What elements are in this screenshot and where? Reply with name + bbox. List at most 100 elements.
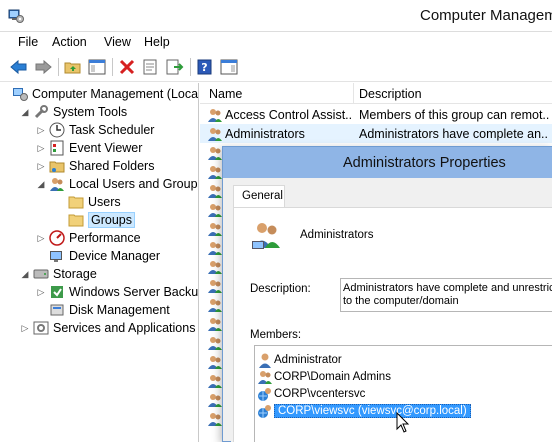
tab-general[interactable]: General [233, 185, 285, 208]
tree-item-shared-folders[interactable]: ▷ Shared Folders [36, 157, 155, 175]
tree-label: Computer Management (Local [32, 87, 199, 101]
device-manager-icon [50, 251, 62, 262]
help-icon[interactable]: ? [196, 58, 214, 76]
group-icon[interactable] [207, 373, 223, 389]
tree-item-event-viewer[interactable]: ▷ Event Viewer [36, 139, 142, 157]
toolbar-separator [190, 58, 191, 76]
toolbar-separator [58, 58, 59, 76]
dialog-title-bar[interactable]: Administrators Properties [223, 147, 552, 178]
group-icon[interactable] [207, 316, 223, 332]
group-icon [208, 128, 222, 141]
tree-label: Services and Applications [53, 321, 196, 335]
group-icon[interactable] [207, 221, 223, 237]
members-label: Members: [250, 329, 302, 341]
description-field[interactable]: Administrators have complete and unrestr… [340, 278, 552, 312]
tree-item-local-users-groups[interactable]: ◢ Local Users and Groups [36, 175, 198, 193]
member-item[interactable]: Administrator [257, 351, 342, 368]
up-folder-icon[interactable] [64, 58, 82, 76]
menu-file[interactable]: File [18, 35, 38, 49]
list-item[interactable]: Access Control Assist... Members of this… [200, 105, 552, 124]
collapse-chevron-icon[interactable]: ◢ [36, 179, 46, 190]
tree-item-groups[interactable]: Groups [68, 211, 135, 229]
back-arrow-icon[interactable] [10, 58, 28, 76]
window-title: Computer Managem [420, 7, 552, 24]
toolbar-separator [112, 58, 113, 76]
group-icon[interactable] [207, 240, 223, 256]
forward-arrow-icon[interactable] [34, 58, 52, 76]
shared-folder-icon [49, 161, 65, 173]
menu-view[interactable]: View [104, 35, 131, 49]
group-icon[interactable] [207, 392, 223, 408]
export-list-icon[interactable] [166, 58, 184, 76]
domain-user-icon [258, 404, 271, 418]
performance-icon [49, 230, 65, 246]
title-bar: Computer Managem [0, 0, 552, 32]
group-icon[interactable] [207, 145, 223, 161]
group-icon[interactable] [207, 411, 223, 427]
properties-dialog[interactable]: Administrators Properties General Admini… [222, 146, 552, 442]
group-icon[interactable] [207, 297, 223, 313]
services-icon [33, 321, 49, 335]
group-icon[interactable] [207, 335, 223, 351]
collapse-chevron-icon[interactable]: ◢ [20, 107, 30, 118]
tree-item-services-apps[interactable]: ▷ Services and Applications [20, 319, 196, 337]
general-tab-panel: Administrators Description: Administrato… [233, 207, 552, 442]
tree-item-performance[interactable]: ▷ Performance [36, 229, 141, 247]
member-item[interactable]: CORP\viewsvc (viewsvc@corp.local) [257, 402, 471, 419]
tree-item-system-tools[interactable]: ◢ System Tools [20, 103, 127, 121]
group-icon[interactable] [207, 278, 223, 294]
expand-chevron-icon[interactable]: ▷ [36, 233, 46, 244]
description-line: to the computer/domain [343, 295, 459, 307]
member-item[interactable]: CORP\vcentersvc [257, 385, 365, 402]
column-header-name[interactable]: Name [209, 87, 242, 101]
group-icon[interactable] [207, 202, 223, 218]
tree-item-device-manager[interactable]: Device Manager [49, 247, 160, 265]
tree-item-windows-server-backup[interactable]: ▷ Windows Server Backup [36, 283, 199, 301]
column-divider[interactable] [353, 83, 354, 104]
tree-label: Groups [88, 212, 135, 228]
tree-item-storage[interactable]: ◢ Storage [20, 265, 97, 283]
expand-chevron-icon[interactable]: ▷ [20, 323, 30, 334]
group-icon [208, 109, 222, 122]
console-tree[interactable]: Computer Management (Local ◢ System Tool… [0, 83, 199, 442]
description-label: Description: [250, 283, 311, 295]
tree-label: Performance [69, 231, 141, 245]
tree-item-disk-management[interactable]: Disk Management [49, 301, 170, 319]
tree-item-users[interactable]: Users [68, 193, 121, 211]
delete-icon[interactable] [118, 58, 136, 76]
collapse-chevron-icon[interactable]: ◢ [20, 269, 30, 280]
menu-help[interactable]: Help [144, 35, 170, 49]
tree-label: System Tools [53, 105, 128, 119]
tree-item-root[interactable]: Computer Management (Local [12, 85, 199, 103]
show-action-pane-icon[interactable] [220, 58, 238, 76]
expand-chevron-icon[interactable]: ▷ [36, 161, 46, 172]
expand-chevron-icon[interactable]: ▷ [36, 143, 46, 154]
expand-chevron-icon[interactable]: ▷ [36, 287, 46, 298]
menu-action[interactable]: Action [52, 35, 87, 49]
group-icon[interactable] [207, 259, 223, 275]
group-icon[interactable] [207, 183, 223, 199]
users-group-icon [50, 178, 64, 191]
member-item[interactable]: CORP\Domain Admins [257, 368, 391, 385]
group-icon[interactable] [207, 164, 223, 180]
tree-label: Task Scheduler [69, 123, 155, 137]
properties-icon[interactable] [142, 58, 160, 76]
column-header-description[interactable]: Description [359, 87, 422, 101]
group-icon[interactable] [207, 354, 223, 370]
tree-label: Windows Server Backup [69, 285, 199, 299]
show-hide-tree-icon[interactable] [88, 58, 106, 76]
user-icon [259, 353, 271, 368]
tree-label: Users [88, 195, 121, 209]
tree-label: Event Viewer [69, 141, 143, 155]
list-item-description: Administrators have complete an... [359, 127, 549, 141]
tree-item-task-scheduler[interactable]: ▷ Task Scheduler [36, 121, 154, 139]
member-name: CORP\vcentersvc [274, 387, 366, 400]
description-line: Administrators have complete and unrestr… [343, 282, 552, 294]
list-item-description: Members of this group can remot... [359, 108, 549, 122]
member-name: CORP\Domain Admins [274, 370, 391, 383]
list-item[interactable]: Administrators Administrators have compl… [200, 124, 552, 143]
dialog-title: Administrators Properties [343, 155, 506, 171]
folder-icon [68, 196, 84, 209]
group-icon [252, 223, 280, 249]
expand-chevron-icon[interactable]: ▷ [36, 125, 46, 136]
